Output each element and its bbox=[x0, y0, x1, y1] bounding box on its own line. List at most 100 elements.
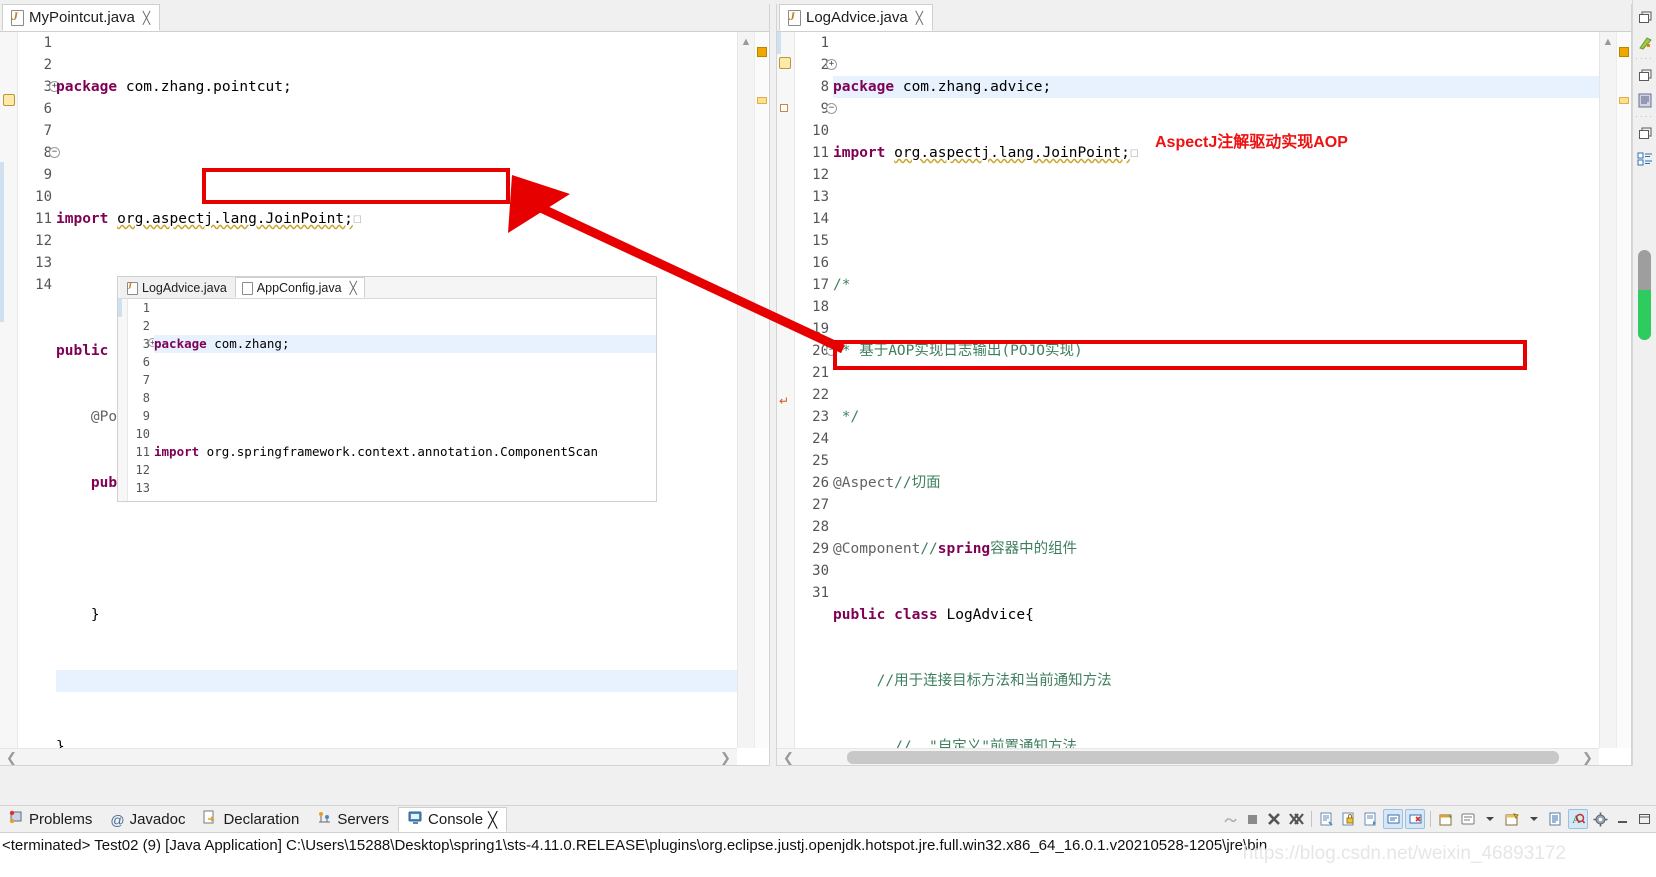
horizontal-scrollbar-right[interactable]: ❮ ❯ bbox=[777, 748, 1599, 765]
tab-label: Declaration bbox=[223, 811, 300, 828]
line-number: 22 bbox=[812, 387, 829, 403]
scroll-right-arrow-icon[interactable]: ❯ bbox=[717, 749, 734, 765]
tab-label: AppConfig.java bbox=[256, 280, 342, 295]
tab-declaration[interactable]: Declaration bbox=[194, 807, 308, 832]
show-console-on-output-icon[interactable] bbox=[1361, 809, 1381, 829]
vertical-scrollbar-right[interactable]: ▲ bbox=[1599, 32, 1616, 748]
close-icon[interactable]: ╳ bbox=[916, 11, 923, 25]
overview-warning-marker[interactable] bbox=[757, 47, 767, 57]
inner-code-area[interactable]: 1 2 3 + 6 7 8 9 10 11 12 13 package com.z… bbox=[118, 299, 656, 501]
tab-javadoc[interactable]: @ Javadoc bbox=[101, 807, 194, 832]
horizontal-scrollbar-left[interactable]: ❮ ❯ bbox=[0, 748, 737, 765]
open-console-dropdown-icon[interactable] bbox=[1524, 809, 1544, 829]
line-number: 12 bbox=[35, 233, 52, 249]
close-icon[interactable]: ╳ bbox=[143, 11, 150, 25]
line-number: 2 + bbox=[795, 54, 837, 76]
scroll-left-arrow-icon[interactable]: ❮ bbox=[3, 749, 20, 765]
code-line: package com.zhang; bbox=[154, 335, 656, 353]
scroll-right-arrow-icon[interactable]: ❯ bbox=[1579, 749, 1596, 765]
tab-console[interactable]: Console ╳ bbox=[398, 807, 508, 832]
overview-occurrence-marker[interactable] bbox=[757, 97, 767, 104]
changebar-marker bbox=[777, 32, 781, 54]
fold-marker-icon[interactable] bbox=[780, 104, 788, 112]
javadoc-icon: @ bbox=[110, 811, 125, 828]
scroll-up-arrow-icon[interactable]: ▲ bbox=[738, 34, 754, 51]
console-icon bbox=[408, 810, 423, 829]
editor-pane-right: LogAdvice.java ╳ ↵ 1 2+ 8 9− 10 11 12 13… bbox=[776, 4, 1632, 766]
toolbar-separator-2 bbox=[1430, 811, 1431, 827]
warning-marker-icon[interactable] bbox=[779, 57, 791, 69]
vertical-scrollbar-left[interactable]: ▲ bbox=[737, 32, 754, 748]
overview-occurrence-marker[interactable] bbox=[1619, 97, 1629, 104]
annotation-ruler-right[interactable]: ↵ bbox=[777, 32, 795, 748]
tab-logadvice-java[interactable]: LogAdvice.java ╳ bbox=[779, 4, 933, 31]
lock-scroll-icon[interactable] bbox=[1339, 809, 1359, 829]
inner-editor-appconfig: LogAdvice.java AppConfig.java ╳ 1 2 3+ 6… bbox=[118, 277, 656, 501]
restore-icon[interactable] bbox=[1633, 4, 1656, 30]
remove-all-terminated-icon[interactable] bbox=[1286, 809, 1306, 829]
tab-logadvice-java-inner[interactable]: LogAdvice.java bbox=[120, 277, 235, 298]
code-line: import org.aspectj.lang.JoinPoint;☐ bbox=[56, 211, 362, 227]
line-number: 13 bbox=[812, 189, 829, 205]
java-file-icon bbox=[126, 281, 138, 295]
quick-access-icon[interactable] bbox=[1633, 30, 1656, 56]
quickfix-marker-icon[interactable]: ↵ bbox=[779, 394, 789, 408]
settings-gear-icon[interactable] bbox=[1590, 809, 1610, 829]
fast-view-rail: ···· ···· bbox=[1632, 0, 1656, 766]
tab-label: Servers bbox=[337, 811, 390, 828]
inner-source-code[interactable]: package com.zhang; import org.springfram… bbox=[154, 299, 656, 501]
tab-mypointcut-java[interactable]: MyPointcut.java ╳ bbox=[2, 4, 161, 31]
overview-ruler-right[interactable] bbox=[1616, 32, 1631, 748]
restore-icon-3[interactable] bbox=[1633, 120, 1656, 146]
warning-marker-icon[interactable] bbox=[3, 94, 15, 106]
console-view-toolbar: A bbox=[1220, 807, 1654, 831]
line-number: 8− bbox=[18, 142, 60, 164]
package-explorer-icon[interactable] bbox=[1633, 146, 1656, 172]
annotation-ruler-left[interactable] bbox=[0, 32, 18, 748]
find-replace-icon[interactable]: A bbox=[1568, 809, 1588, 829]
tab-appconfig-java[interactable]: AppConfig.java ╳ bbox=[234, 277, 365, 298]
stop-icon[interactable] bbox=[1242, 809, 1262, 829]
remove-launch-icon[interactable] bbox=[1264, 809, 1284, 829]
line-number: 27 bbox=[812, 497, 829, 513]
scroll-left-arrow-icon[interactable]: ❮ bbox=[780, 749, 797, 765]
open-console-icon[interactable] bbox=[1317, 809, 1337, 829]
inner-annotation-ruler[interactable] bbox=[118, 299, 128, 501]
clear-console-icon[interactable] bbox=[1405, 809, 1425, 829]
tab-label: LogAdvice.java bbox=[142, 281, 227, 295]
terminate-all-icon[interactable] bbox=[1220, 809, 1240, 829]
horizontal-scroll-thumb[interactable] bbox=[847, 751, 1559, 764]
maximize-icon[interactable] bbox=[1634, 809, 1654, 829]
open-console-menu-icon[interactable] bbox=[1502, 809, 1522, 829]
display-selected-console-icon[interactable] bbox=[1458, 809, 1478, 829]
close-icon[interactable]: ╳ bbox=[488, 811, 497, 829]
code-line bbox=[56, 670, 737, 692]
declaration-icon bbox=[203, 810, 218, 829]
code-line: // "自定义"前置通知方法 bbox=[894, 739, 1077, 748]
line-number: 19 bbox=[812, 321, 829, 337]
outline-view-icon[interactable] bbox=[1633, 88, 1656, 114]
line-number: 18 bbox=[812, 299, 829, 315]
line-number: 1 bbox=[43, 35, 52, 51]
line-number: 12 bbox=[135, 463, 150, 477]
java-file-icon bbox=[787, 9, 801, 26]
restore-icon-2[interactable] bbox=[1633, 62, 1656, 88]
line-number: 16 bbox=[812, 255, 829, 271]
word-wrap-icon[interactable] bbox=[1383, 809, 1403, 829]
code-line: */ bbox=[833, 409, 860, 425]
console-dropdown-icon[interactable] bbox=[1480, 809, 1500, 829]
tab-servers[interactable]: Servers bbox=[308, 807, 398, 832]
line-number: 8 bbox=[142, 391, 150, 405]
line-number: 9− bbox=[795, 98, 837, 120]
pin-console-icon[interactable] bbox=[1436, 809, 1456, 829]
scroll-up-arrow-icon[interactable]: ▲ bbox=[1600, 34, 1616, 51]
close-icon[interactable]: ╳ bbox=[350, 281, 357, 295]
overview-ruler-left[interactable] bbox=[754, 32, 769, 748]
scroll-lock-icon[interactable] bbox=[1546, 809, 1566, 829]
overview-warning-marker[interactable] bbox=[1619, 47, 1629, 57]
line-number: 13 bbox=[35, 255, 52, 271]
line-number: 28 bbox=[812, 519, 829, 535]
minimize-icon[interactable] bbox=[1612, 809, 1632, 829]
tab-problems[interactable]: Problems bbox=[0, 807, 101, 832]
